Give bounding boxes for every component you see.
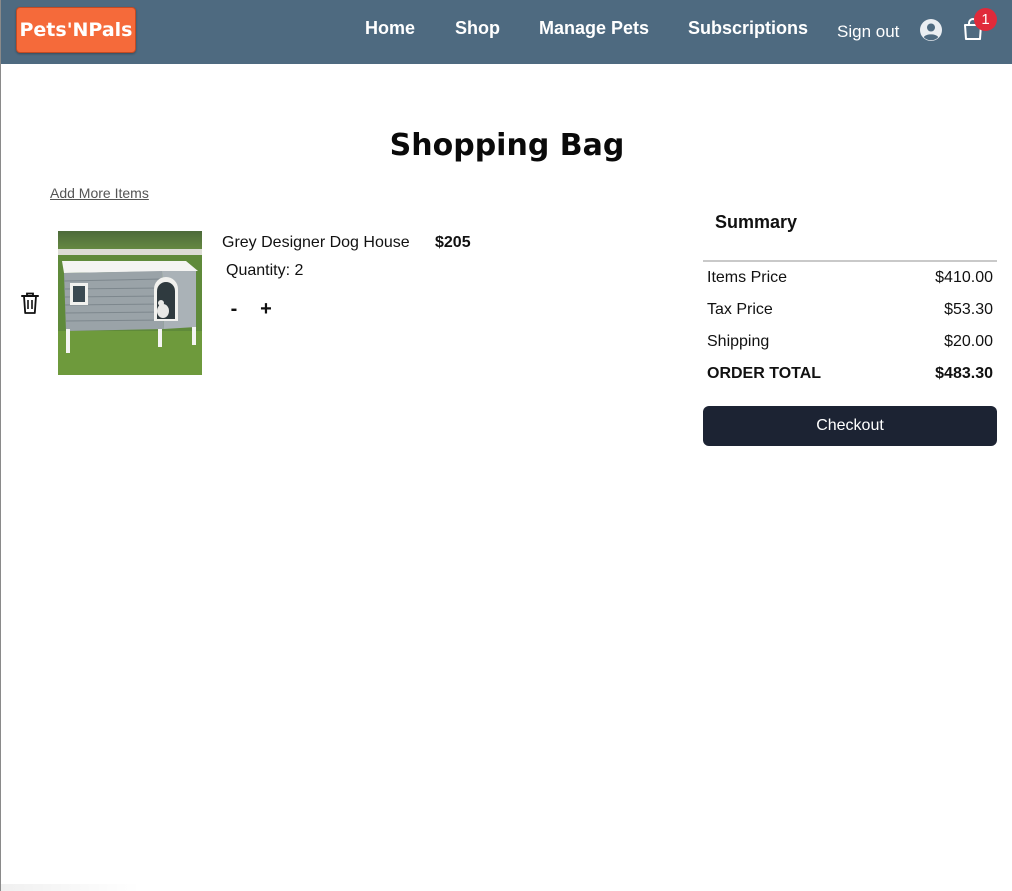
sign-out-link[interactable]: Sign out: [837, 22, 899, 42]
decrement-quantity-button[interactable]: -: [224, 298, 244, 320]
logo[interactable]: Pets'NPals: [16, 7, 136, 53]
page: Pets'NPals Home Shop Manage Pets Subscri…: [0, 0, 1012, 891]
summary-label: Items Price: [707, 269, 788, 286]
nav-home[interactable]: Home: [365, 18, 415, 39]
nav-shop[interactable]: Shop: [455, 18, 500, 39]
dog-house-image[interactable]: [58, 231, 202, 375]
summary-row-order-total: ORDER TOTAL $483.30: [707, 365, 993, 383]
item-quantity: Quantity: 2: [226, 262, 304, 279]
increment-quantity-button[interactable]: +: [256, 298, 276, 320]
cart-count-badge: 1: [974, 8, 997, 31]
trash-icon[interactable]: [19, 291, 41, 315]
summary-label: Shipping: [707, 333, 770, 350]
summary-value: $483.30: [935, 365, 993, 382]
page-title: Shopping Bag: [389, 128, 625, 163]
summary-value: $410.00: [935, 269, 993, 286]
summary-title: Summary: [715, 212, 798, 232]
summary-value: $20.00: [944, 333, 993, 350]
checkout-button[interactable]: Checkout: [703, 406, 997, 446]
summary-label: Tax Price: [707, 301, 773, 318]
summary-value: $53.30: [944, 301, 993, 318]
summary-label: ORDER TOTAL: [707, 365, 822, 382]
nav-subscriptions[interactable]: Subscriptions: [688, 18, 808, 39]
add-more-items-link[interactable]: Add More Items: [50, 185, 149, 201]
item-name: Grey Designer Dog House: [222, 234, 410, 251]
summary-row-shipping: Shipping $20.00: [707, 333, 993, 351]
summary-row-items-price: Items Price $410.00: [707, 269, 993, 287]
item-price: $205: [435, 234, 471, 251]
user-circle-icon[interactable]: [919, 18, 943, 42]
summary-divider: [703, 260, 997, 262]
nav-manage-pets[interactable]: Manage Pets: [539, 18, 649, 39]
summary-row-tax-price: Tax Price $53.30: [707, 301, 993, 319]
bottom-shadow: [1, 884, 141, 891]
navbar: Pets'NPals Home Shop Manage Pets Subscri…: [1, 0, 1012, 64]
